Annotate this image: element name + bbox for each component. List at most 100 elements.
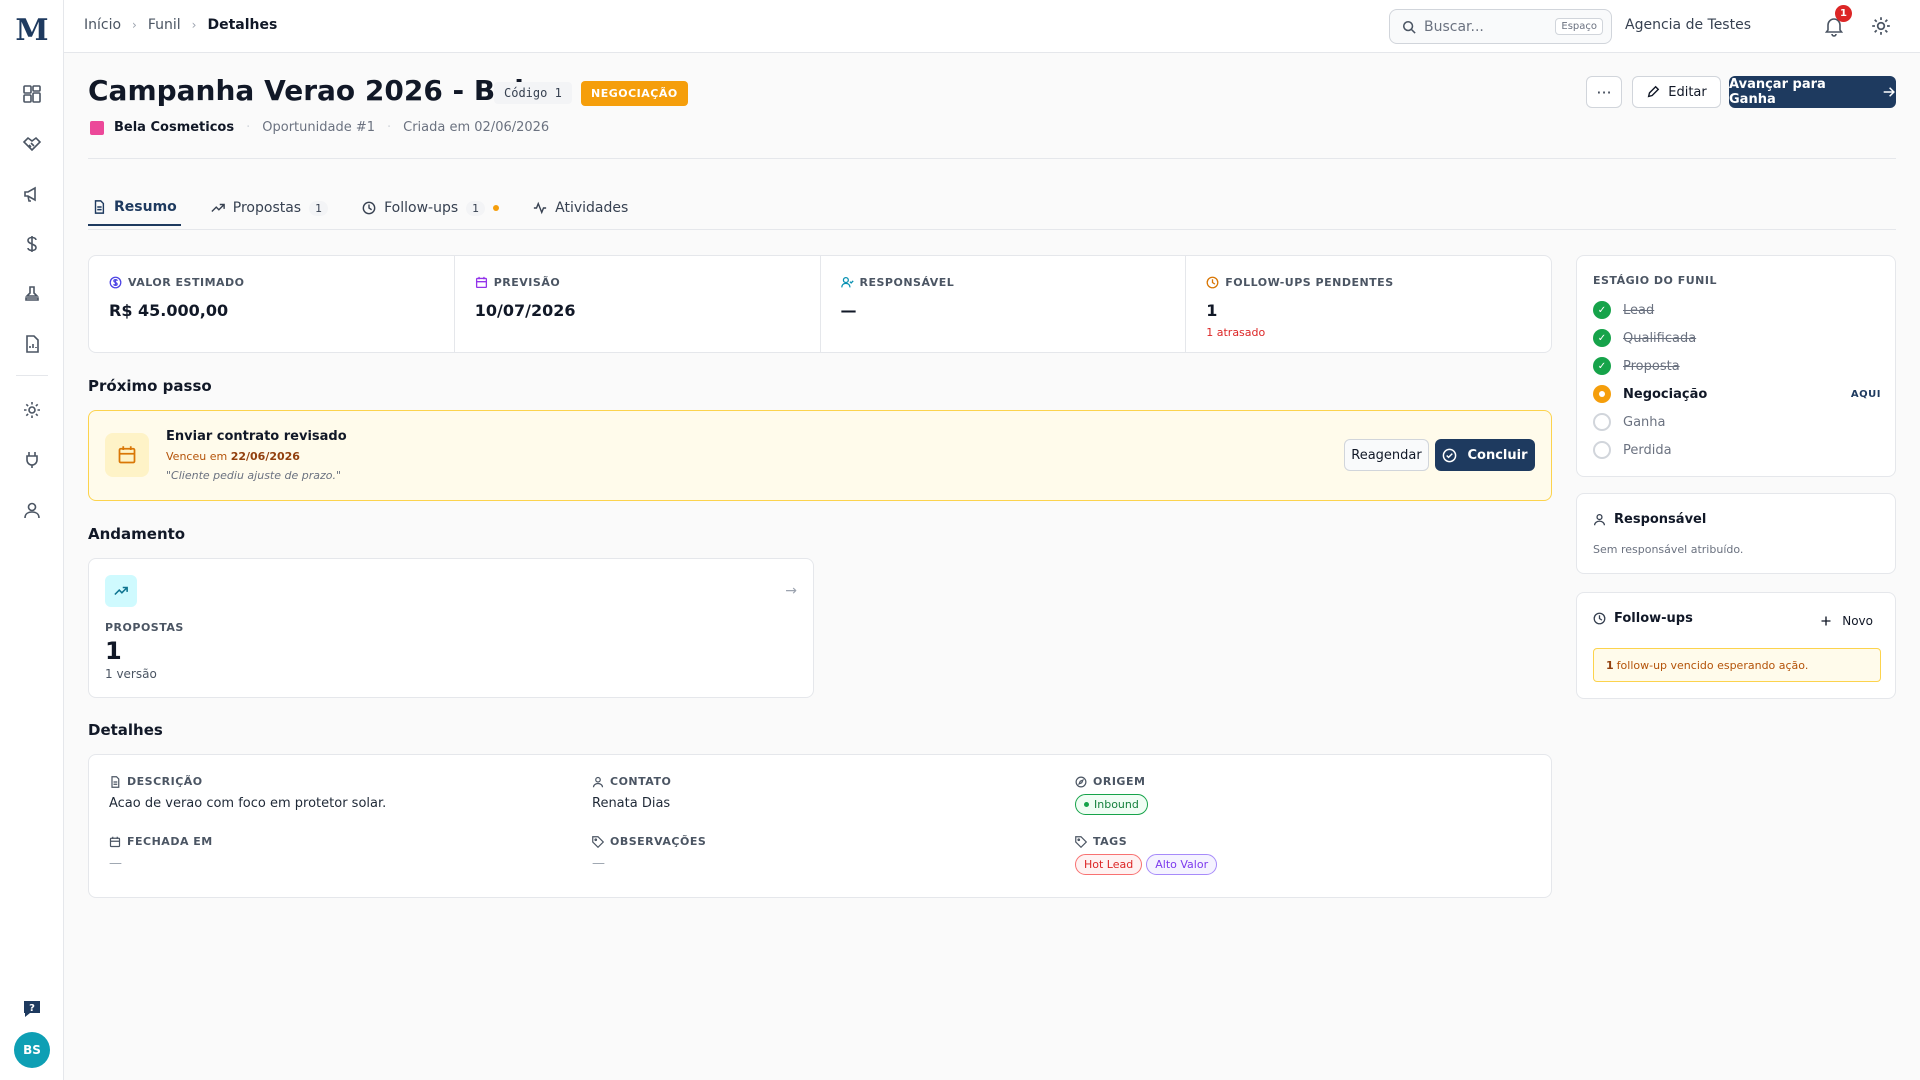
funnel-stage-ganha: Ganha bbox=[1593, 412, 1881, 432]
agency-name[interactable]: Agencia de Testes bbox=[1625, 17, 1751, 33]
overdue-alert: 1 follow-up vencido esperando ação. bbox=[1593, 648, 1881, 682]
alert-text: follow-up vencido esperando ação. bbox=[1616, 658, 1809, 672]
responsible-empty: Sem responsável atribuído. bbox=[1593, 543, 1744, 556]
header-divider bbox=[88, 158, 1896, 159]
progress-sub: 1 versão bbox=[105, 667, 157, 681]
detail-closed-at: FECHADA EM — bbox=[109, 835, 559, 871]
user-icon bbox=[1593, 513, 1606, 526]
svg-text:?: ? bbox=[29, 1003, 35, 1014]
detail-label: DESCRIÇÃO bbox=[127, 775, 203, 788]
kpi-label: RESPONSÁVEL bbox=[859, 276, 955, 289]
kpi-label-row: FOLLOW-UPS PENDENTES bbox=[1206, 276, 1531, 289]
check-icon: ✓ bbox=[1593, 357, 1611, 375]
followups-header: Follow-ups bbox=[1593, 611, 1693, 626]
separator-dot: · bbox=[246, 120, 251, 135]
kpi-pending-followups: FOLLOW-UPS PENDENTES 1 1 atrasado bbox=[1186, 256, 1551, 352]
gear-icon[interactable] bbox=[20, 398, 44, 422]
kpi-value: — bbox=[840, 301, 857, 320]
tab-follow-ups[interactable]: Follow-ups 1 bbox=[358, 190, 503, 226]
dashboard-icon[interactable] bbox=[20, 82, 44, 106]
search-icon bbox=[1402, 20, 1416, 34]
stage-name: Ganha bbox=[1623, 414, 1666, 430]
dollar-circle-icon bbox=[109, 276, 122, 289]
detail-value: — bbox=[592, 856, 605, 871]
chevron-right-icon: › bbox=[191, 18, 197, 32]
current-stage-icon bbox=[1593, 385, 1611, 403]
document-icon bbox=[94, 200, 105, 214]
pencil-icon bbox=[1647, 85, 1660, 98]
detail-label-row: OBSERVAÇÕES bbox=[592, 835, 1042, 848]
tab-resumo[interactable]: Resumo bbox=[88, 190, 181, 226]
detail-description: DESCRIÇÃO Acao de verao com foco em prot… bbox=[109, 775, 559, 811]
calendar-icon bbox=[475, 276, 487, 289]
funnel-stage-perdida: Perdida bbox=[1593, 440, 1881, 460]
detail-tags: TAGS Hot Lead Alto Valor bbox=[1075, 835, 1525, 875]
responsible-header: Responsável bbox=[1593, 512, 1706, 527]
proposals-progress-card[interactable]: → PROPOSTAS 1 1 versão bbox=[88, 558, 814, 698]
plus-icon bbox=[1821, 616, 1831, 626]
funnel-stage-negociacao: Negociação AQUI bbox=[1593, 384, 1881, 404]
followups-card: Follow-ups Novo 1 follow-up vencido espe… bbox=[1576, 592, 1896, 699]
empty-circle-icon bbox=[1593, 413, 1611, 431]
kpi-forecast: PREVISÃO 10/07/2026 bbox=[455, 256, 821, 352]
detail-label-row: ORIGEM bbox=[1075, 775, 1525, 788]
progress-label: PROPOSTAS bbox=[105, 621, 184, 634]
settings-gear-icon[interactable] bbox=[1870, 15, 1892, 37]
stamp-icon[interactable] bbox=[20, 282, 44, 306]
user-icon[interactable] bbox=[20, 498, 44, 522]
trending-up-icon bbox=[211, 203, 225, 212]
next-step-heading: Próximo passo bbox=[88, 377, 212, 395]
dollar-icon[interactable] bbox=[20, 232, 44, 256]
detail-label-row: CONTATO bbox=[592, 775, 1042, 788]
kpi-label-row: PREVISÃO bbox=[475, 276, 800, 289]
opportunity-meta: Bela Cosmeticos · Oportunidade #1 · Cria… bbox=[90, 120, 549, 135]
handshake-icon[interactable] bbox=[20, 132, 44, 156]
tag-pill[interactable]: Hot Lead bbox=[1075, 854, 1143, 875]
funnel-label: ESTÁGIO DO FUNIL bbox=[1593, 274, 1717, 287]
arrow-right-icon: → bbox=[785, 583, 797, 599]
new-followup-button[interactable]: Novo bbox=[1820, 614, 1873, 628]
kpi-label: PREVISÃO bbox=[493, 276, 561, 289]
user-avatar[interactable]: BS bbox=[14, 1032, 50, 1068]
tag-pill[interactable]: Alto Valor bbox=[1146, 854, 1218, 875]
check-icon: ✓ bbox=[1593, 301, 1611, 319]
tab-atividades[interactable]: Atividades bbox=[529, 190, 632, 226]
plug-icon[interactable] bbox=[20, 448, 44, 472]
report-icon[interactable] bbox=[20, 332, 44, 356]
detail-label-row: FECHADA EM bbox=[109, 835, 559, 848]
company-logo bbox=[90, 120, 104, 135]
edit-button[interactable]: Editar bbox=[1632, 76, 1721, 108]
tab-propostas[interactable]: Propostas 1 bbox=[207, 190, 332, 226]
tab-label: Follow-ups bbox=[384, 200, 459, 216]
complete-button[interactable]: Concluir bbox=[1435, 439, 1535, 471]
more-options-button[interactable]: ··· bbox=[1586, 76, 1622, 108]
search-input[interactable]: Buscar... Espaço bbox=[1389, 9, 1612, 44]
funnel-stage-card: ESTÁGIO DO FUNIL ✓ Lead ✓ Qualificada ✓ … bbox=[1576, 255, 1896, 477]
kpi-label-row: VALOR ESTIMADO bbox=[109, 276, 434, 289]
details-heading: Detalhes bbox=[88, 721, 163, 739]
tab-label: Resumo bbox=[114, 199, 177, 215]
reschedule-button[interactable]: Reagendar bbox=[1344, 439, 1429, 471]
app-logo[interactable]: M bbox=[14, 14, 50, 48]
current-marker: AQUI bbox=[1850, 388, 1881, 400]
search-placeholder: Buscar... bbox=[1424, 18, 1484, 35]
detail-label: ORIGEM bbox=[1093, 775, 1146, 788]
help-chat-icon[interactable]: ? bbox=[21, 998, 43, 1020]
company-name[interactable]: Bela Cosmeticos bbox=[114, 120, 234, 135]
stage-name: Lead bbox=[1623, 302, 1655, 318]
kpi-value: 10/07/2026 bbox=[474, 301, 576, 320]
due-prefix: Venceu em bbox=[166, 450, 228, 463]
megaphone-icon[interactable] bbox=[20, 182, 44, 206]
user-check-icon bbox=[840, 276, 854, 288]
kpi-label-row: RESPONSÁVEL bbox=[840, 276, 1166, 289]
search-shortcut: Espaço bbox=[1555, 18, 1603, 35]
responsible-title: Responsável bbox=[1614, 512, 1707, 527]
breadcrumb-home[interactable]: Início bbox=[84, 17, 121, 33]
next-step-note: "Cliente pediu ajuste de prazo." bbox=[166, 469, 342, 482]
breadcrumb-funnel[interactable]: Funil bbox=[148, 17, 181, 33]
calendar-icon bbox=[109, 836, 121, 847]
kpi-overdue-note: 1 atrasado bbox=[1206, 326, 1266, 339]
pending-dot bbox=[493, 205, 500, 211]
advance-stage-button[interactable]: Avançar para Ganha bbox=[1729, 76, 1896, 108]
stage-name: Proposta bbox=[1623, 358, 1680, 374]
